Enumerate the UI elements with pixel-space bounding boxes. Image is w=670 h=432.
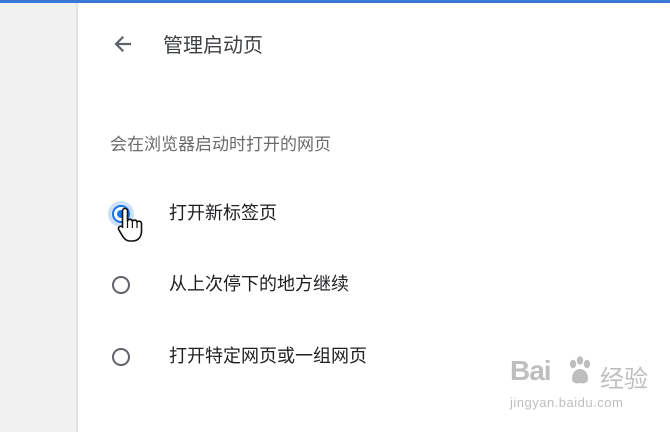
startup-option-new-tab[interactable]: 打开新标签页 (106, 196, 526, 236)
back-button[interactable] (107, 30, 137, 60)
option-label: 打开新标签页 (169, 203, 277, 224)
startup-option-continue[interactable]: 从上次停下的地方继续 (106, 267, 526, 307)
option-label: 打开特定网页或一组网页 (169, 346, 367, 367)
radio-button[interactable] (112, 276, 130, 294)
section-description: 会在浏览器启动时打开的网页 (110, 135, 331, 155)
radio-button[interactable] (112, 348, 130, 366)
arrow-left-icon (114, 35, 132, 53)
radio-button-selected[interactable] (112, 205, 130, 223)
option-label: 从上次停下的地方继续 (169, 274, 349, 295)
page-title: 管理启动页 (163, 33, 263, 57)
startup-option-specific-pages[interactable]: 打开特定网页或一组网页 (106, 339, 526, 379)
left-sidebar-area (0, 3, 78, 432)
